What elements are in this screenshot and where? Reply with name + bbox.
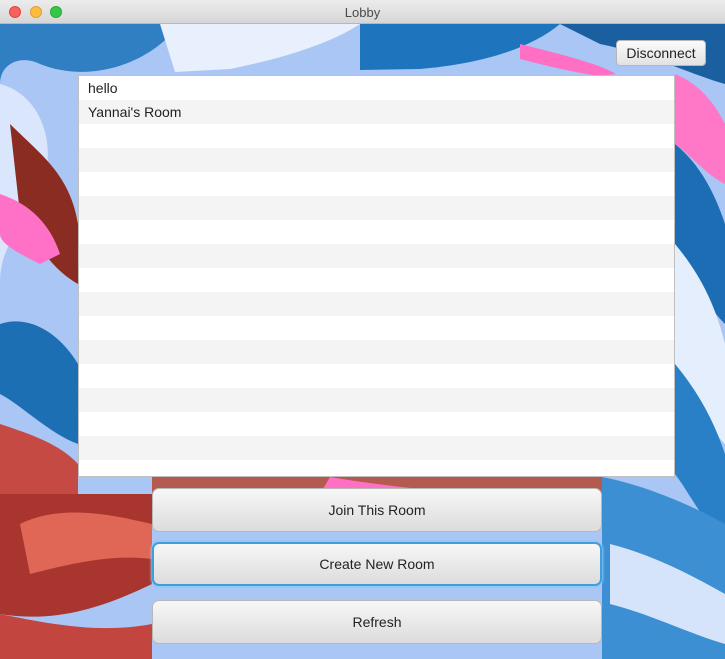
empty-row [79,196,674,220]
empty-row [79,124,674,148]
empty-row [79,412,674,436]
empty-row [79,220,674,244]
room-list-item[interactable]: hello [79,76,674,100]
join-room-button[interactable]: Join This Room [152,488,602,532]
empty-row [79,244,674,268]
room-list[interactable]: hello Yannai's Room [78,75,675,477]
empty-row [79,268,674,292]
empty-row [79,388,674,412]
empty-row [79,460,674,476]
lobby-content: Disconnect hello Yannai's Room Join This… [0,24,725,659]
empty-row [79,172,674,196]
title-bar[interactable]: Lobby [0,0,725,24]
empty-row [79,292,674,316]
lobby-window: Lobby Disconnect hello Yannai's Room Joi… [0,0,725,659]
empty-row [79,148,674,172]
window-title: Lobby [344,5,381,20]
refresh-button[interactable]: Refresh [152,600,602,644]
disconnect-button[interactable]: Disconnect [616,40,706,66]
room-list-item[interactable]: Yannai's Room [79,100,674,124]
empty-row [79,316,674,340]
create-room-button[interactable]: Create New Room [152,542,602,586]
empty-row [79,340,674,364]
empty-row [79,364,674,388]
empty-row [79,436,674,460]
